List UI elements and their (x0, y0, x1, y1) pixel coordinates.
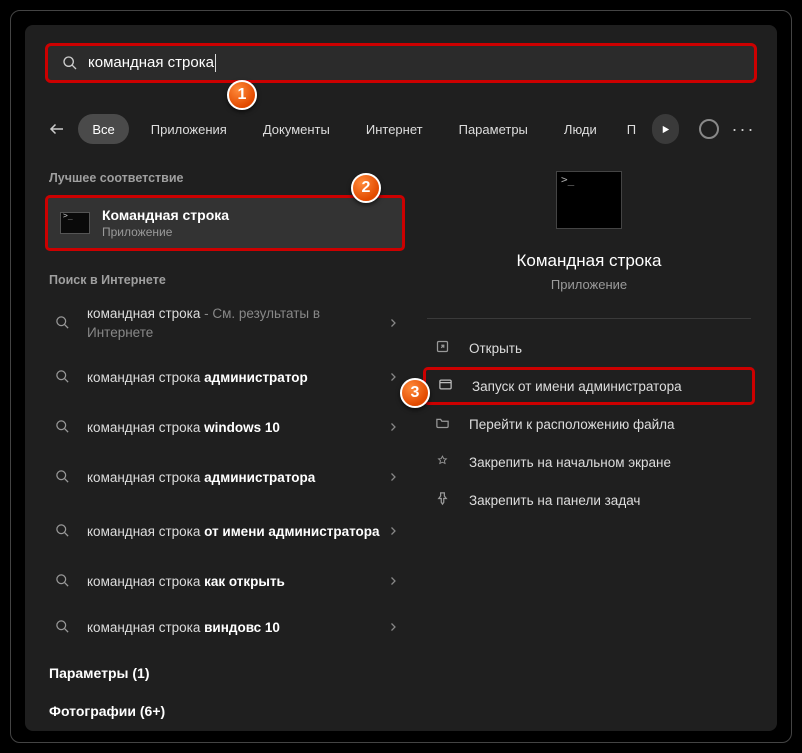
best-match-title: Командная строка (102, 207, 229, 223)
divider (427, 318, 751, 319)
search-query-text: командная строка (88, 54, 216, 72)
search-input[interactable]: командная строка (45, 43, 757, 83)
best-match-result[interactable]: Командная строка Приложение (45, 195, 405, 251)
folder-icon (435, 415, 455, 433)
action-pin-start[interactable]: Закрепить на начальном экране (423, 443, 755, 481)
action-run-as-admin[interactable]: Запуск от имени администратора (423, 367, 755, 405)
profile-ring-icon (699, 119, 719, 139)
more-options-button[interactable]: ··· (730, 119, 757, 140)
pin-icon (435, 453, 455, 471)
preview-title: Командная строка (423, 251, 755, 271)
annotation-badge-3: 3 (400, 378, 430, 408)
search-icon (55, 573, 73, 591)
section-web-search: Поиск в Интернете (45, 267, 405, 297)
action-pin-taskbar[interactable]: Закрепить на панели задач (423, 481, 755, 519)
action-open[interactable]: Открыть (423, 329, 755, 367)
pin-icon (435, 491, 455, 509)
web-result-2[interactable]: командная строка windows 10 (45, 405, 405, 451)
web-result-3[interactable]: командная строка администратора (45, 451, 405, 505)
search-icon (55, 619, 73, 637)
cmd-app-large-icon (556, 171, 622, 229)
search-icon (55, 523, 73, 541)
chevron-right-icon (387, 317, 399, 332)
chevron-right-icon (387, 421, 399, 436)
web-result-1[interactable]: командная строка администратор (45, 351, 405, 405)
action-open-file-location[interactable]: Перейти к расположению файла (423, 405, 755, 443)
filter-documents[interactable]: Документы (249, 114, 344, 144)
chevron-right-icon (387, 525, 399, 540)
web-result-0[interactable]: командная строка - См. результаты в Инте… (45, 297, 405, 351)
filter-more-truncated[interactable]: П (619, 114, 644, 144)
best-match-subtitle: Приложение (102, 225, 229, 239)
annotation-badge-1: 1 (227, 80, 257, 110)
search-icon (55, 469, 73, 487)
chevron-right-icon (387, 371, 399, 386)
search-icon (55, 419, 73, 437)
web-result-6[interactable]: командная строка виндовс 10 (45, 605, 405, 651)
filter-settings[interactable]: Параметры (445, 114, 542, 144)
annotation-badge-2: 2 (351, 173, 381, 203)
admin-shield-icon (438, 377, 458, 395)
back-button[interactable] (45, 116, 68, 142)
web-result-4[interactable]: командная строка от имени администратора (45, 505, 405, 559)
open-icon (435, 339, 455, 357)
chevron-right-icon (387, 471, 399, 486)
search-icon (62, 55, 78, 71)
web-result-5[interactable]: командная строка как открыть (45, 559, 405, 605)
chevron-right-icon (387, 575, 399, 590)
cmd-app-icon (60, 212, 90, 234)
preview-subtitle: Приложение (423, 277, 755, 292)
search-icon (55, 369, 73, 387)
search-icon (55, 315, 73, 333)
chevron-right-icon (387, 621, 399, 636)
filter-web[interactable]: Интернет (352, 114, 437, 144)
play-button[interactable] (652, 114, 679, 144)
filter-apps[interactable]: Приложения (137, 114, 241, 144)
filter-people[interactable]: Люди (550, 114, 611, 144)
section-settings[interactable]: Параметры (1) (45, 651, 405, 689)
section-photos[interactable]: Фотографии (6+) (45, 689, 405, 727)
filter-all[interactable]: Все (78, 114, 128, 144)
profile-button[interactable] (695, 114, 722, 144)
